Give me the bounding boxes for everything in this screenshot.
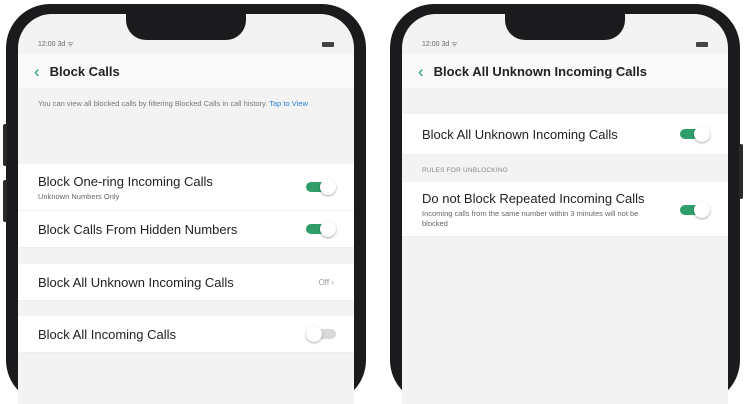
- row-sublabel: Incoming calls from the same number with…: [422, 209, 639, 228]
- row-block-hidden-numbers[interactable]: Block Calls From Hidden Numbers: [18, 211, 354, 248]
- header: ‹ Block Calls: [18, 54, 354, 88]
- header: ‹ Block All Unknown Incoming Calls: [402, 54, 728, 88]
- row-block-one-ring[interactable]: Block One-ring Incoming Calls Unknown Nu…: [18, 164, 354, 211]
- power-button: [739, 144, 743, 199]
- info-note: You can view all blocked calls by filter…: [18, 98, 354, 109]
- row-sublabel: Unknown Numbers Only: [38, 192, 120, 201]
- row-block-all-unknown[interactable]: Block All Unknown Incoming Calls Off ›: [18, 264, 354, 301]
- volume-button: [3, 180, 7, 222]
- row-label: Block One-ring Incoming Calls: [38, 174, 213, 189]
- row-label: Block All Incoming Calls: [38, 327, 176, 342]
- row-do-not-block-repeated[interactable]: Do not Block Repeated Incoming Calls Inc…: [402, 182, 728, 237]
- toggle-knob: [320, 179, 336, 195]
- toggle-knob: [694, 126, 710, 142]
- status-bar: 12:00 3d ᯤ: [38, 38, 334, 50]
- battery-icon: [322, 41, 334, 47]
- toggle-knob: [694, 202, 710, 218]
- right-phone: 12:00 3d ᯤ ‹ Block All Unknown Incoming …: [390, 4, 743, 404]
- tap-to-view-link[interactable]: Tap to View: [269, 99, 308, 108]
- note-text: You can view all blocked calls by filter…: [38, 99, 268, 108]
- chevron-left-icon[interactable]: ‹: [34, 63, 40, 80]
- chevron-left-icon[interactable]: ‹: [418, 63, 424, 80]
- right-screen: 12:00 3d ᯤ ‹ Block All Unknown Incoming …: [402, 14, 728, 404]
- page-title: Block All Unknown Incoming Calls: [433, 63, 647, 79]
- row-block-all-unknown[interactable]: Block All Unknown Incoming Calls: [402, 114, 728, 155]
- toggle-knob: [306, 326, 322, 342]
- toggle-block-hidden-numbers[interactable]: [306, 221, 336, 237]
- notch: [126, 14, 246, 40]
- volume-button: [3, 124, 7, 166]
- left-screen: 12:00 3d ᯤ ‹ Block Calls You can view al…: [18, 14, 354, 404]
- toggle-block-all-unknown[interactable]: [680, 126, 710, 142]
- toggle-block-all-incoming[interactable]: [306, 326, 336, 342]
- status-bar: 12:00 3d ᯤ: [422, 38, 708, 50]
- section-label: RULES FOR UNBLOCKING: [422, 167, 508, 174]
- status-time: 12:00 3d ᯤ: [38, 40, 74, 48]
- toggle-knob: [320, 221, 336, 237]
- row-label: Block Calls From Hidden Numbers: [38, 222, 238, 237]
- row-block-all-incoming[interactable]: Block All Incoming Calls: [18, 316, 354, 353]
- notch: [505, 14, 625, 40]
- left-phone: 12:00 3d ᯤ ‹ Block Calls You can view al…: [3, 4, 366, 404]
- row-value: Off ›: [318, 278, 334, 287]
- battery-icon: [696, 41, 708, 47]
- row-label: Block All Unknown Incoming Calls: [422, 127, 618, 142]
- toggle-block-one-ring[interactable]: [306, 179, 336, 195]
- row-label: Block All Unknown Incoming Calls: [38, 275, 234, 290]
- status-time: 12:00 3d ᯤ: [422, 40, 458, 48]
- page-title: Block Calls: [49, 63, 120, 79]
- row-label: Do not Block Repeated Incoming Calls: [422, 191, 645, 206]
- toggle-do-not-block-repeated[interactable]: [680, 202, 710, 218]
